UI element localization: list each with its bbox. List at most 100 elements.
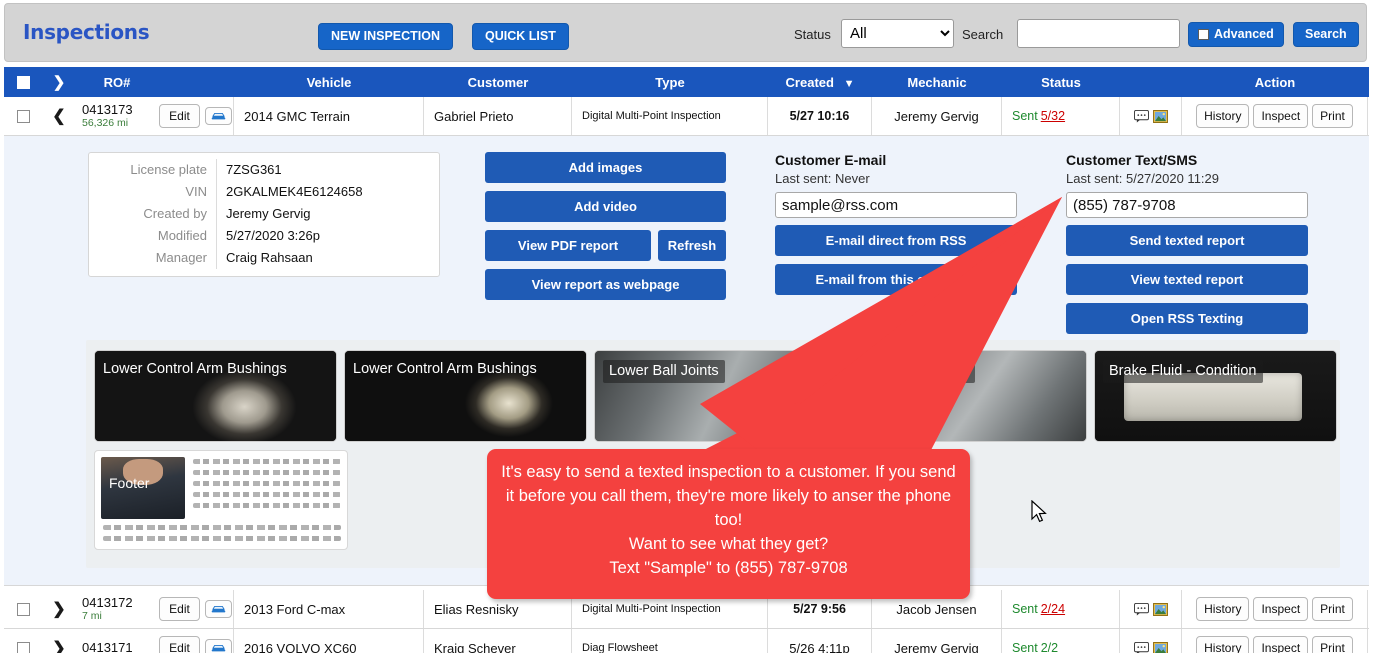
media-card[interactable]: Lower Control Arm Bushings bbox=[94, 350, 337, 442]
row-collapse-toggle[interactable]: ❮ bbox=[42, 97, 76, 135]
row-customer: Kraig Schever bbox=[424, 629, 572, 653]
row-edit-cell: Edit bbox=[158, 629, 234, 653]
callout-line-3: Text "Sample" to (855) 787-9708 bbox=[609, 559, 848, 577]
inspect-button[interactable]: Inspect bbox=[1253, 636, 1309, 653]
row-mileage: 7 mi bbox=[82, 610, 102, 623]
photo-icon[interactable] bbox=[1152, 641, 1168, 653]
email-direct-rss-button[interactable]: E-mail direct from RSS bbox=[775, 225, 1017, 256]
status-fraction[interactable]: 2/2 bbox=[1041, 641, 1058, 653]
advanced-search-toggle[interactable]: Advanced bbox=[1188, 22, 1284, 47]
edit-button[interactable]: Edit bbox=[159, 636, 200, 653]
row-expand-toggle[interactable]: ❯ bbox=[42, 590, 76, 628]
quick-list-button[interactable]: QUICK LIST bbox=[472, 23, 569, 50]
add-video-button[interactable]: Add video bbox=[485, 191, 726, 222]
column-header-mechanic[interactable]: Mechanic bbox=[872, 75, 1002, 90]
history-button[interactable]: History bbox=[1196, 597, 1250, 621]
comment-icon[interactable] bbox=[1133, 602, 1149, 616]
row-type: Diag Flowsheet bbox=[572, 629, 768, 653]
column-header-ro[interactable]: RO# bbox=[76, 75, 158, 90]
row-ro-cell: 0413172 7 mi bbox=[76, 590, 158, 628]
view-report-webpage-button[interactable]: View report as webpage bbox=[485, 269, 726, 300]
open-rss-texting-button[interactable]: Open RSS Texting bbox=[1066, 303, 1308, 334]
media-card[interactable]: Lower Control Arm Bushings bbox=[344, 350, 587, 442]
new-inspection-button[interactable]: NEW INSPECTION bbox=[318, 23, 454, 50]
media-card-caption: Lower Control Arm Bushings bbox=[103, 361, 287, 377]
comment-icon[interactable] bbox=[1133, 109, 1149, 123]
expand-all-toggle[interactable]: ❯ bbox=[42, 75, 76, 90]
column-header-status[interactable]: Status bbox=[1002, 75, 1120, 90]
table-row[interactable]: ❮ 0413173 56,326 mi Edit 2014 GMC Terrai… bbox=[4, 97, 1369, 136]
customer-email-input[interactable] bbox=[775, 192, 1017, 218]
media-card[interactable]: Upper Ball Joints bbox=[844, 350, 1087, 442]
row-type: Digital Multi-Point Inspection bbox=[572, 97, 768, 135]
row-ro-number: 0413173 bbox=[82, 101, 133, 117]
info-key: Modified bbox=[89, 225, 217, 247]
search-input[interactable] bbox=[1017, 19, 1180, 48]
history-button[interactable]: History bbox=[1196, 104, 1250, 128]
row-status: Sent 2/24 bbox=[1002, 590, 1120, 628]
inspect-button[interactable]: Inspect bbox=[1253, 104, 1309, 128]
vehicle-info-box: License plate 7ZSG361 VIN 2GKALMEK4E6124… bbox=[88, 152, 440, 277]
chevron-right-icon: ❯ bbox=[52, 640, 66, 653]
column-header-vehicle[interactable]: Vehicle bbox=[234, 75, 424, 90]
edit-button[interactable]: Edit bbox=[159, 597, 200, 621]
row-edit-cell: Edit bbox=[158, 97, 234, 135]
status-fraction[interactable]: 2/24 bbox=[1041, 602, 1065, 616]
page-title: Inspections bbox=[23, 20, 150, 44]
add-images-button[interactable]: Add images bbox=[485, 152, 726, 183]
refresh-button[interactable]: Refresh bbox=[658, 230, 726, 261]
column-header-type[interactable]: Type bbox=[572, 75, 768, 90]
info-key: Manager bbox=[89, 247, 217, 269]
column-header-action: Action bbox=[1254, 74, 1296, 90]
print-button[interactable]: Print bbox=[1312, 597, 1353, 621]
media-card-caption: Upper Ball Joints bbox=[853, 360, 975, 383]
media-card[interactable]: Lower Ball Joints bbox=[594, 350, 837, 442]
photo-icon[interactable] bbox=[1152, 109, 1168, 123]
info-value: 5/27/2020 3:26p bbox=[226, 228, 320, 243]
email-this-computer-button[interactable]: E-mail from this computer bbox=[775, 264, 1017, 295]
column-header-created[interactable]: Created ▼ bbox=[768, 75, 872, 90]
select-all-checkbox[interactable] bbox=[4, 75, 42, 89]
info-key: VIN bbox=[89, 181, 217, 203]
media-buttons-column: Add images Add video View PDF report Ref… bbox=[485, 152, 726, 308]
callout-line-1: It's easy to send a texted inspection to… bbox=[501, 463, 956, 529]
status-fraction[interactable]: 5/32 bbox=[1041, 109, 1065, 123]
row-select-checkbox[interactable] bbox=[4, 629, 42, 653]
icon-group bbox=[1133, 602, 1168, 616]
advanced-label: Advanced bbox=[1214, 27, 1274, 41]
car-icon bbox=[211, 645, 226, 652]
print-button[interactable]: Print bbox=[1312, 636, 1353, 653]
footer-media-card[interactable]: Footer bbox=[94, 450, 348, 550]
table-header-row: ❯ RO# Vehicle Customer Type Created ▼ Me… bbox=[4, 67, 1369, 97]
inspect-button[interactable]: Inspect bbox=[1253, 597, 1309, 621]
row-select-checkbox[interactable] bbox=[4, 590, 42, 628]
vehicle-icon[interactable] bbox=[204, 600, 232, 618]
checkbox-icon bbox=[1198, 28, 1209, 40]
photo-icon[interactable] bbox=[1152, 602, 1168, 616]
search-button[interactable]: Search bbox=[1293, 22, 1359, 47]
info-row: Created by Jeremy Gervig bbox=[89, 203, 439, 225]
row-expand-toggle[interactable]: ❯ bbox=[42, 629, 76, 653]
search-label: Search bbox=[962, 27, 1004, 42]
media-card[interactable]: Brake Fluid - Condition bbox=[1094, 350, 1337, 442]
vehicle-icon[interactable] bbox=[204, 107, 232, 125]
info-value: 7ZSG361 bbox=[226, 162, 282, 177]
history-button[interactable]: History bbox=[1196, 636, 1250, 653]
icon-group bbox=[1133, 109, 1168, 123]
comment-icon[interactable] bbox=[1133, 641, 1149, 653]
row-select-checkbox[interactable] bbox=[4, 97, 42, 135]
status-filter-select[interactable]: All bbox=[841, 19, 954, 48]
customer-phone-input[interactable] bbox=[1066, 192, 1308, 218]
view-texted-report-button[interactable]: View texted report bbox=[1066, 264, 1308, 295]
column-header-customer[interactable]: Customer bbox=[424, 75, 572, 90]
row-customer: Gabriel Prieto bbox=[424, 97, 572, 135]
edit-button[interactable]: Edit bbox=[159, 104, 200, 128]
info-row: Modified 5/27/2020 3:26p bbox=[89, 225, 439, 247]
vehicle-icon[interactable] bbox=[204, 639, 232, 653]
table-row[interactable]: ❯ 0413171 Edit 2016 VOLVO XC60 Kraig Sch… bbox=[4, 629, 1369, 653]
send-texted-report-button[interactable]: Send texted report bbox=[1066, 225, 1308, 256]
view-pdf-report-button[interactable]: View PDF report bbox=[485, 230, 651, 261]
print-button[interactable]: Print bbox=[1312, 104, 1353, 128]
column-header-created-label: Created bbox=[785, 74, 834, 90]
row-ro-cell: 0413173 56,326 mi bbox=[76, 97, 158, 135]
